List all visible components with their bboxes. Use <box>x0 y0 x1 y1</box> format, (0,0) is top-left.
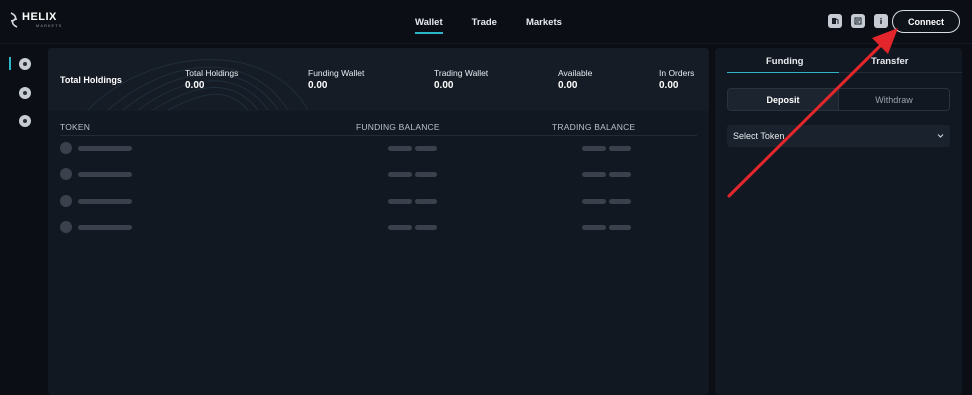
brand-name: HELIX <box>22 11 57 23</box>
stat-value: 0.00 <box>558 80 578 91</box>
holdings-title: Total Holdings <box>60 75 122 85</box>
holdings-summary: Total Holdings Total Holdings 0.00 Fundi… <box>48 48 709 111</box>
tab-transfer[interactable]: Transfer <box>871 56 909 67</box>
brand-logo[interactable]: HELIX MARKETS <box>9 12 62 28</box>
stat-value: 0.00 <box>434 80 454 91</box>
stat-value: 0.00 <box>659 80 679 91</box>
table-row-skeleton <box>48 221 709 235</box>
deposit-withdraw-toggle: Deposit Withdraw <box>727 88 950 111</box>
holdings-background-art <box>87 59 309 111</box>
stat-trading-wallet: Trading Wallet 0.00 <box>434 68 488 91</box>
nav-trade[interactable]: Trade <box>472 0 497 44</box>
staking-icon[interactable] <box>19 115 31 127</box>
table-header-divider <box>60 135 697 136</box>
withdraw-button[interactable]: Withdraw <box>839 89 949 110</box>
brand-sub: MARKETS <box>36 23 63 28</box>
helix-logo-icon <box>10 12 18 28</box>
wallet-panel: Total Holdings Total Holdings 0.00 Fundi… <box>48 48 709 395</box>
table-row-skeleton <box>48 142 709 156</box>
column-token[interactable]: TOKEN <box>60 122 90 132</box>
table-row-skeleton <box>48 195 709 209</box>
stat-label: Available <box>558 68 593 78</box>
select-token-dropdown[interactable]: Select Token <box>727 125 950 147</box>
tab-funding[interactable]: Funding <box>766 56 803 67</box>
stat-label: Trading Wallet <box>434 68 489 78</box>
notes-icon[interactable] <box>851 14 865 28</box>
history-icon[interactable] <box>19 87 31 99</box>
stat-available: Available 0.00 <box>558 68 592 91</box>
table-row-skeleton <box>48 168 709 182</box>
tab-baseline <box>839 72 962 73</box>
main-nav: Wallet Trade Markets <box>403 0 562 44</box>
top-bar: HELIX MARKETS Wallet Trade Markets Conne… <box>0 0 972 44</box>
nav-markets[interactable]: Markets <box>526 0 562 44</box>
tab-active-indicator <box>727 72 839 73</box>
stat-label: Total Holdings <box>185 68 239 78</box>
chevron-down-icon <box>937 134 944 138</box>
connect-button[interactable]: Connect <box>892 10 960 33</box>
sidebar-active-indicator <box>9 57 11 70</box>
nav-wallet[interactable]: Wallet <box>415 0 443 44</box>
funding-panel: Funding Transfer Deposit Withdraw Select… <box>715 48 962 395</box>
stat-in-orders: In Orders 0.00 <box>659 68 694 91</box>
stat-total-holdings: Total Holdings 0.00 <box>185 68 238 91</box>
stat-funding-wallet: Funding Wallet 0.00 <box>308 68 364 91</box>
column-trading-balance[interactable]: TRADING BALANCE <box>552 122 635 132</box>
deposit-button[interactable]: Deposit <box>728 89 839 110</box>
left-sidebar <box>0 44 42 395</box>
stat-value: 0.00 <box>308 80 328 91</box>
wallet-icon[interactable] <box>19 58 31 70</box>
gas-icon[interactable] <box>828 14 842 28</box>
stat-label: Funding Wallet <box>308 68 365 78</box>
info-icon[interactable] <box>874 14 888 28</box>
stat-value: 0.00 <box>185 80 205 91</box>
column-funding-balance[interactable]: FUNDING BALANCE <box>356 122 440 132</box>
stat-label: In Orders <box>659 68 695 78</box>
select-token-label: Select Token <box>733 131 785 141</box>
